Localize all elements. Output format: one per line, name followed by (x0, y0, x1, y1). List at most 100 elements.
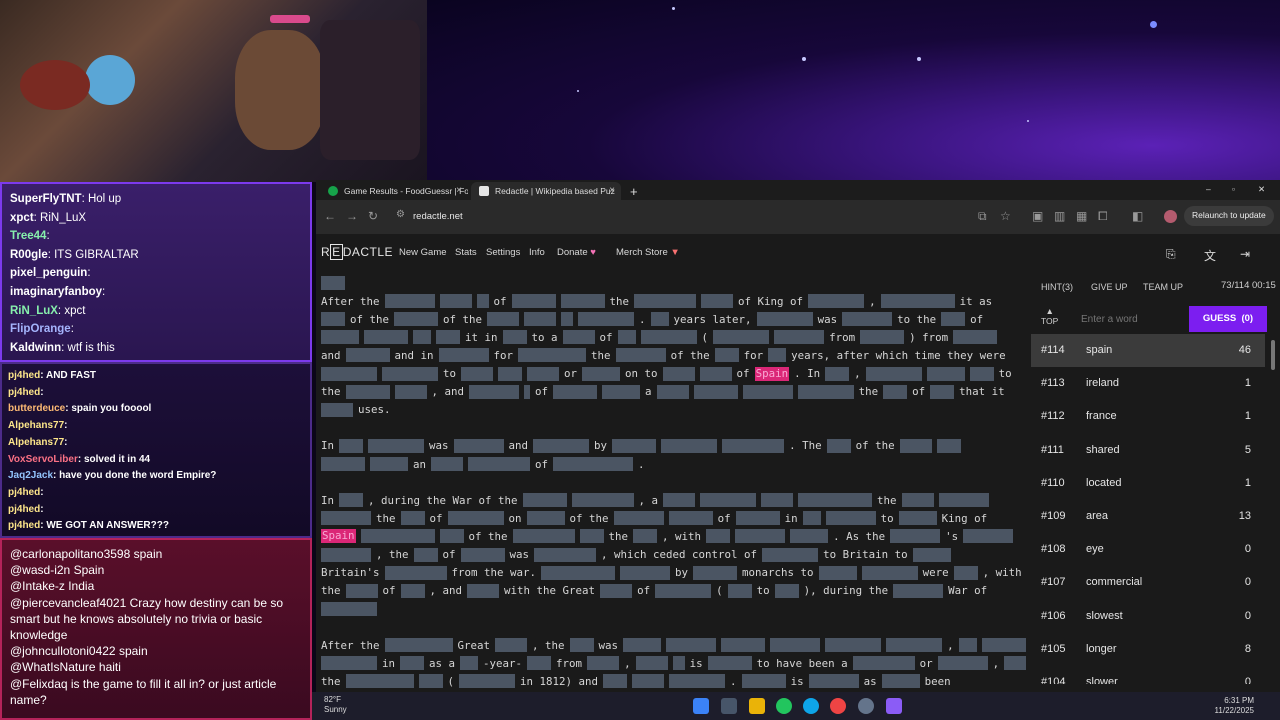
redacted-word[interactable] (339, 493, 364, 508)
redacted-word[interactable] (852, 656, 915, 671)
chat-username[interactable]: @johncullotoni0422 (10, 644, 116, 658)
redacted-word[interactable] (438, 348, 489, 363)
redacted-word[interactable] (370, 457, 408, 471)
extension-icon[interactable]: ▥ (1054, 209, 1065, 223)
redacted-word[interactable] (640, 330, 697, 345)
install-icon[interactable]: ⧉ (978, 209, 987, 224)
redacted-word[interactable] (413, 330, 431, 345)
redacted-word[interactable] (321, 330, 359, 345)
redacted-word[interactable] (571, 493, 634, 508)
redacted-word[interactable] (384, 638, 453, 652)
guess-row[interactable]: #114 spain 46 (1031, 334, 1265, 367)
redacted-word[interactable] (880, 294, 955, 309)
redacted-word[interactable] (953, 565, 978, 580)
redacted-word[interactable] (400, 511, 425, 526)
redacted-word[interactable] (842, 312, 893, 327)
redacted-word[interactable] (825, 511, 876, 526)
redacted-word[interactable] (413, 547, 438, 562)
redacted-word[interactable] (447, 511, 504, 526)
redacted-word[interactable] (756, 312, 813, 327)
redacted-word[interactable] (941, 312, 966, 327)
redacted-word[interactable] (569, 638, 594, 652)
redacted-word[interactable] (431, 457, 464, 471)
redacted-word[interactable] (321, 312, 345, 327)
team-up-button[interactable]: TEAM UP (1143, 282, 1183, 292)
redacted-word[interactable] (926, 366, 965, 381)
redacted-word[interactable] (808, 674, 859, 689)
redacted-word[interactable] (721, 638, 766, 652)
redacted-word[interactable] (741, 674, 786, 689)
redacted-word[interactable] (620, 565, 671, 580)
login-icon[interactable]: ⇥ (1240, 247, 1250, 261)
redacted-word[interactable] (635, 656, 668, 671)
redacted-word[interactable] (634, 294, 697, 309)
language-icon[interactable]: 文 (1204, 247, 1216, 264)
redacted-word[interactable] (693, 565, 738, 580)
redacted-word[interactable] (468, 457, 531, 471)
extension-icon[interactable]: ▣ (1032, 209, 1043, 223)
redacted-word[interactable] (603, 674, 628, 689)
redacted-word[interactable] (321, 402, 353, 417)
redacted-word[interactable] (936, 438, 961, 453)
chat-username[interactable]: butterdeuce (8, 403, 65, 414)
task-view-icon[interactable] (721, 698, 737, 714)
redacted-word[interactable] (770, 638, 821, 652)
redacted-word[interactable] (321, 656, 377, 671)
redacted-word[interactable] (617, 330, 636, 345)
redacted-word[interactable] (774, 583, 799, 598)
redacted-word[interactable] (893, 583, 944, 598)
redacted-word[interactable] (722, 438, 785, 453)
redacted-word[interactable] (498, 366, 523, 381)
nav-info[interactable]: Info (529, 247, 545, 258)
chat-username[interactable]: @wasd-i2n (10, 563, 70, 577)
file-explorer-icon[interactable] (749, 698, 765, 714)
redacted-word[interactable] (321, 366, 377, 381)
redacted-word[interactable] (953, 330, 998, 345)
redacted-word[interactable] (439, 529, 464, 544)
redacted-word[interactable] (524, 312, 557, 327)
chat-username[interactable]: Tree44 (10, 230, 46, 242)
redacted-word[interactable] (699, 366, 732, 381)
url-field[interactable]: redactle.net (413, 211, 463, 222)
redacted-word[interactable] (727, 583, 752, 598)
sidepanel-icon[interactable]: ◧ (1132, 209, 1143, 223)
redacted-word[interactable] (656, 384, 689, 399)
chrome-icon[interactable] (830, 698, 846, 714)
share-icon[interactable]: ⎘ (1166, 247, 1176, 262)
redacted-word[interactable] (861, 565, 918, 580)
nav-settings[interactable]: Settings (486, 247, 520, 258)
chat-username[interactable]: imaginaryfanboy (10, 286, 102, 298)
redacted-word[interactable] (578, 312, 635, 327)
guess-row[interactable]: #106 slowest 0 (1031, 600, 1265, 633)
redacted-word[interactable] (345, 384, 390, 399)
redacted-word[interactable] (818, 565, 857, 580)
revealed-word-highlight[interactable]: Spain (321, 529, 356, 544)
guess-row[interactable]: #104 slower 0 (1031, 666, 1265, 684)
revealed-word-highlight[interactable]: Spain (754, 366, 790, 381)
redacted-word[interactable] (958, 638, 977, 652)
redacted-word[interactable] (963, 529, 1014, 544)
close-tab-icon[interactable]: × (456, 185, 462, 196)
hint-button[interactable]: HINT(3) (1041, 282, 1073, 292)
redacted-word[interactable] (774, 330, 825, 345)
redacted-word[interactable] (533, 438, 590, 453)
give-up-button[interactable]: GIVE UP (1091, 282, 1128, 292)
chat-username[interactable]: Alpehans77 (8, 437, 64, 448)
redacted-word[interactable] (562, 330, 595, 345)
guess-row[interactable]: #112 france 1 (1031, 400, 1265, 433)
guess-row[interactable]: #105 longer 8 (1031, 633, 1265, 666)
redacted-word[interactable] (735, 529, 786, 544)
reload-icon[interactable]: ↻ (368, 209, 378, 223)
close-window-icon[interactable]: ✕ (1254, 182, 1274, 200)
redacted-word[interactable] (613, 511, 664, 526)
nav-merch-store[interactable]: Merch Store ▼ (616, 247, 680, 258)
redacted-word[interactable] (382, 366, 438, 381)
redacted-word[interactable] (707, 656, 752, 671)
guess-input[interactable] (1081, 306, 1187, 332)
app-icon[interactable] (858, 698, 874, 714)
site-info-icon[interactable]: ⚙ (396, 209, 405, 220)
redacted-word[interactable] (453, 438, 504, 453)
redacted-word[interactable] (655, 583, 712, 598)
nav-stats[interactable]: Stats (455, 247, 477, 258)
guess-row[interactable]: #107 commercial 0 (1031, 566, 1265, 599)
